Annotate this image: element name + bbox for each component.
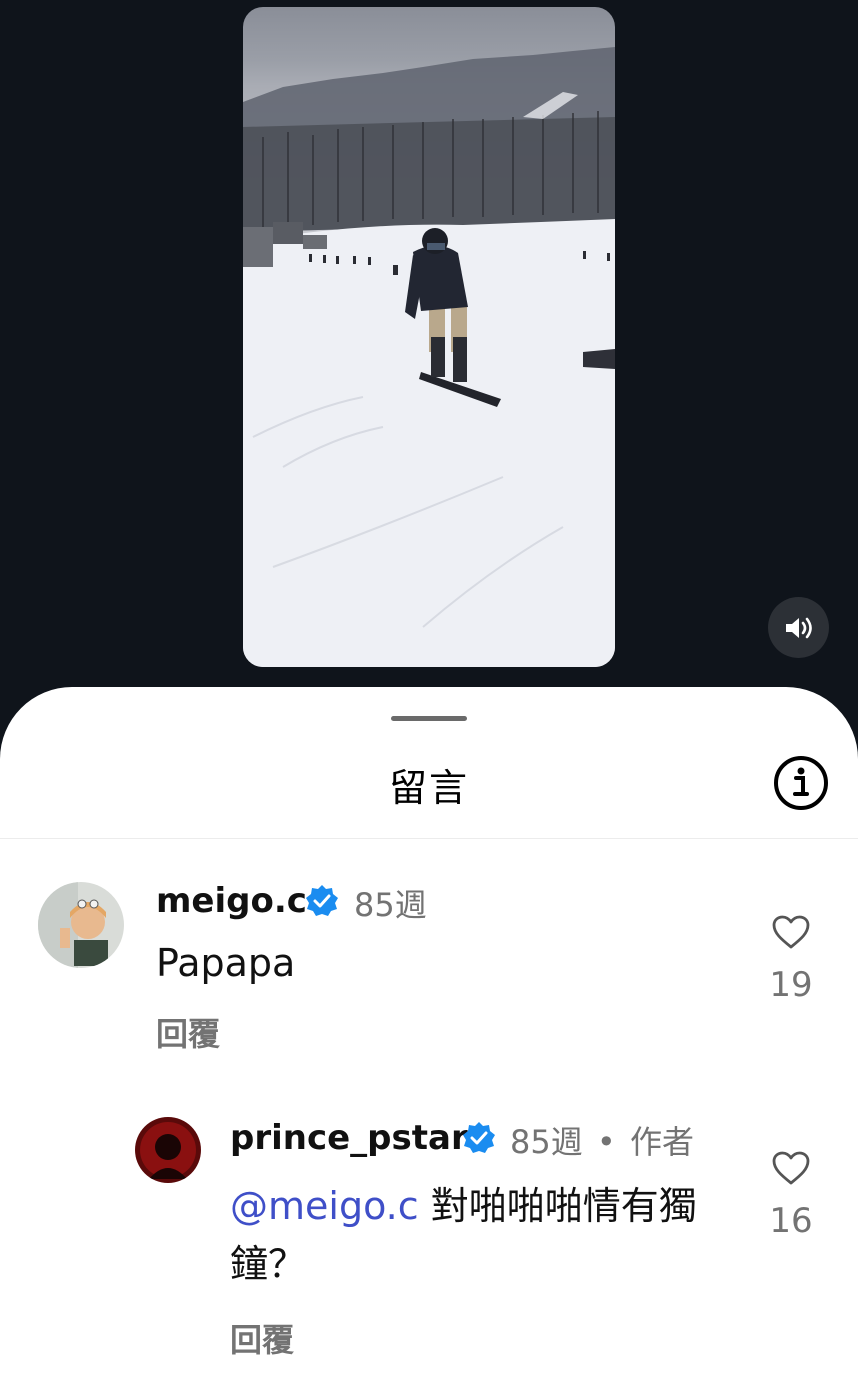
avatar-image [135, 1117, 201, 1183]
comment-username[interactable]: meigo.c [156, 881, 307, 921]
info-button[interactable] [773, 755, 829, 811]
like-count: 19 [769, 965, 813, 1005]
comment-timestamp: 85週 [354, 886, 427, 924]
sheet-title: 留言 [388, 766, 469, 810]
comment-text: @meigo.c 對啪啪啪情有獨鐘？ [230, 1177, 700, 1293]
reply-button[interactable]: 回覆 [230, 1315, 294, 1361]
meta-separator: • [596, 1123, 616, 1161]
like-heart-icon[interactable] [771, 914, 811, 950]
comment-username[interactable]: prince_pstar [230, 1118, 468, 1158]
verified-badge-icon [463, 1122, 495, 1153]
speaker-icon [785, 617, 812, 638]
like-heart-icon[interactable] [771, 1150, 811, 1186]
avatar-image [38, 882, 124, 968]
like-count: 16 [769, 1201, 813, 1241]
avatar[interactable] [38, 882, 124, 968]
comment-timestamp: 85週 [510, 1123, 583, 1161]
reply-button[interactable]: 回覆 [156, 1009, 220, 1055]
author-tag: 作者 [629, 1123, 694, 1161]
mention-link[interactable]: @meigo.c [230, 1184, 419, 1228]
video-area [0, 0, 858, 700]
comment-meta: 85週 • 作者 [510, 1117, 694, 1163]
verified-badge-icon [306, 885, 338, 916]
header-divider [0, 838, 858, 839]
video-frame [243, 47, 615, 667]
sheet-grabber[interactable] [391, 716, 467, 721]
info-icon [774, 756, 828, 810]
avatar[interactable] [135, 1117, 201, 1183]
comments-sheet: 留言 meigo.c 85週 Papapa 回覆 19 prince_pstar… [0, 687, 858, 1388]
mute-button[interactable] [768, 597, 829, 658]
comment-text: Papapa [156, 941, 296, 985]
video-player[interactable] [243, 7, 615, 667]
